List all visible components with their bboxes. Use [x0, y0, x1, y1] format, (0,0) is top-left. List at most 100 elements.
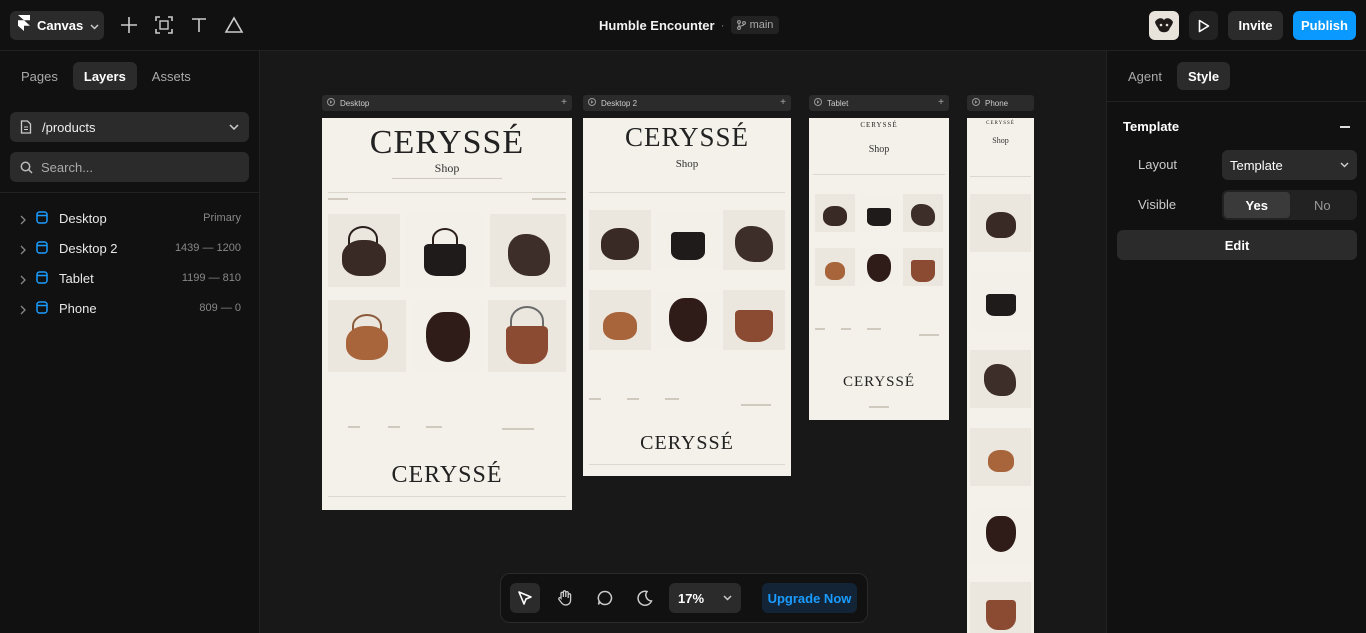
breakpoint-icon	[36, 271, 48, 289]
product-tile	[970, 194, 1031, 252]
frame-label-phone[interactable]: Phone	[967, 95, 1034, 111]
dark-mode-button[interactable]	[630, 583, 660, 613]
tab-style[interactable]: Style	[1176, 62, 1231, 90]
product-tile	[859, 194, 899, 232]
title-separator: ·	[720, 18, 725, 32]
cursor-arrow-icon	[516, 589, 534, 607]
app-menu-label: Canvas	[37, 18, 84, 33]
site-brand: CERYSSÉ	[986, 121, 1015, 126]
play-icon	[327, 98, 335, 108]
edit-button[interactable]: Edit	[1117, 230, 1357, 260]
bag-image	[735, 310, 773, 342]
top-bar: Canvas Humble Encounter · main Invite Pu…	[0, 0, 1366, 51]
site-heading: Shop	[434, 161, 460, 175]
site-brand: CERYSSÉ	[369, 124, 525, 161]
project-name[interactable]: Humble Encounter	[599, 18, 715, 33]
product-tile	[488, 300, 566, 372]
layer-meta: 809 — 0	[199, 302, 241, 314]
upgrade-button[interactable]: Upgrade Now	[762, 583, 857, 613]
layer-item-desktop-2[interactable]: Desktop 2 1439 — 1200	[0, 233, 259, 263]
layer-item-tablet[interactable]: Tablet 1199 — 810	[0, 263, 259, 293]
publish-button[interactable]: Publish	[1293, 11, 1356, 40]
branch-badge[interactable]: main	[730, 16, 780, 34]
product-tile	[970, 582, 1031, 633]
layer-meta: Primary	[203, 212, 241, 224]
layer-search	[10, 152, 249, 182]
text-tool-icon[interactable]	[188, 14, 210, 36]
bag-image	[867, 208, 891, 226]
chevron-right-icon[interactable]	[20, 242, 26, 260]
add-icon[interactable]: +	[780, 98, 786, 108]
frame-tool-icon[interactable]	[153, 14, 175, 36]
tab-layers[interactable]: Layers	[72, 62, 137, 90]
footer-text	[869, 406, 889, 408]
page-path-select[interactable]: /products	[10, 112, 249, 142]
design-canvas[interactable]: Desktop + CERYSSÉ Shop CERYSSÉ Desktop 2…	[260, 51, 1106, 633]
select-tool-button[interactable]	[510, 583, 540, 613]
branch-icon	[736, 20, 746, 30]
chevron-right-icon[interactable]	[20, 302, 26, 320]
search-input[interactable]	[41, 159, 231, 175]
vector-triangle-icon[interactable]	[223, 14, 245, 36]
product-tile	[589, 290, 651, 350]
product-tile	[328, 300, 406, 372]
footer-text	[388, 426, 400, 428]
frame-name: Desktop 2	[601, 98, 638, 108]
layer-item-phone[interactable]: Phone 809 — 0	[0, 293, 259, 323]
site-subtitle-line	[392, 178, 502, 179]
layout-select[interactable]: Template	[1222, 150, 1357, 180]
visible-no-option[interactable]: No	[1290, 192, 1356, 218]
product-tile	[970, 506, 1031, 564]
add-icon[interactable]: +	[561, 98, 567, 108]
visible-yes-option[interactable]: Yes	[1224, 192, 1290, 218]
site-divider	[589, 192, 785, 193]
visible-label: Visible	[1138, 197, 1177, 212]
insert-plus-icon[interactable]	[118, 14, 140, 36]
invite-button[interactable]: Invite	[1228, 11, 1283, 40]
bag-image	[986, 212, 1016, 238]
chevron-right-icon[interactable]	[20, 212, 26, 230]
product-tile	[412, 300, 484, 372]
bag-image	[988, 450, 1014, 472]
frame-label-desktop-2[interactable]: Desktop 2 +	[583, 95, 791, 111]
frame-label-tablet[interactable]: Tablet +	[809, 95, 949, 111]
page-path-value: /products	[42, 119, 96, 135]
product-tile	[657, 210, 719, 270]
frame-desktop[interactable]: CERYSSÉ Shop CERYSSÉ	[322, 118, 572, 510]
add-icon[interactable]: +	[938, 98, 944, 108]
left-panel-tabs: Pages Layers Assets	[10, 62, 202, 90]
bag-image	[984, 364, 1016, 396]
site-footer-brand: CERYSSÉ	[640, 432, 734, 454]
bag-image	[911, 260, 935, 282]
section-title: Template	[1123, 119, 1180, 134]
product-tile	[723, 290, 785, 350]
site-sort-toggle	[532, 198, 566, 200]
frame-phone[interactable]: CERYSSÉ Shop	[967, 118, 1034, 633]
frame-desktop-2[interactable]: CERYSSÉ Shop CERYSSÉ	[583, 118, 791, 476]
footer-text	[665, 398, 679, 400]
comment-tool-button[interactable]	[590, 583, 620, 613]
layout-label: Layout	[1138, 157, 1178, 172]
bag-image	[346, 326, 388, 360]
tab-assets[interactable]: Assets	[141, 62, 202, 90]
layer-name: Tablet	[59, 271, 94, 286]
tab-pages[interactable]: Pages	[10, 62, 69, 90]
visible-toggle: Yes No	[1222, 190, 1357, 220]
layer-item-desktop[interactable]: Desktop Primary	[0, 203, 259, 233]
chevron-down-icon	[90, 17, 99, 35]
tab-agent[interactable]: Agent	[1117, 62, 1173, 90]
panel-divider	[1107, 101, 1366, 102]
preview-button[interactable]	[1189, 11, 1218, 40]
collapse-minus-icon[interactable]	[1340, 126, 1350, 128]
hand-tool-button[interactable]	[550, 583, 580, 613]
zoom-select[interactable]: 17%	[669, 583, 741, 613]
user-avatar[interactable]	[1149, 11, 1179, 40]
chevron-right-icon[interactable]	[20, 272, 26, 290]
bag-image	[424, 244, 466, 276]
right-panel: Agent Style Template Layout Template Vis…	[1106, 51, 1366, 633]
app-menu-button[interactable]: Canvas	[10, 11, 104, 40]
bag-image	[867, 254, 891, 282]
frame-label-desktop[interactable]: Desktop +	[322, 95, 572, 111]
bag-image	[508, 234, 550, 276]
frame-tablet[interactable]: CERYSSÉ Shop CERYSSÉ	[809, 118, 949, 420]
